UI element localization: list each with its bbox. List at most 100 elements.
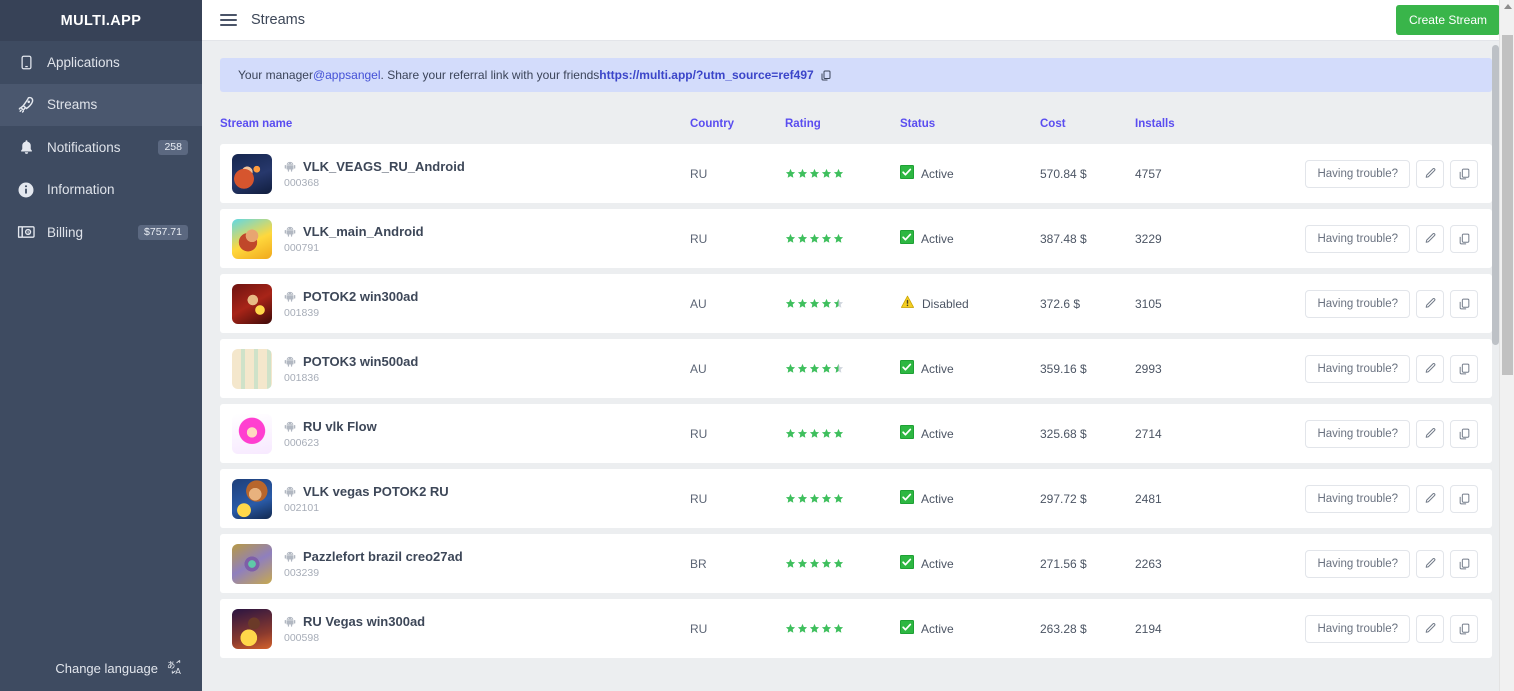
sidebar-item-streams[interactable]: Streams	[0, 83, 202, 126]
check-box-icon	[900, 620, 914, 637]
cost-label: 263.28 $	[1040, 621, 1087, 636]
edit-stream-button[interactable]	[1416, 419, 1444, 448]
stream-name-label[interactable]: VLK vegas POTOK2 RU	[303, 484, 449, 499]
status-label: Active	[921, 426, 954, 441]
cell-rating	[785, 534, 900, 593]
sidebar-item-notifications[interactable]: Notifications 258	[0, 126, 202, 169]
star-icon	[797, 558, 808, 568]
country-label: BR	[690, 556, 707, 571]
table-row[interactable]: POTOK2 win300ad 001839 AU Disabled 372.6 $ 31…	[220, 274, 1492, 333]
rating-stars	[785, 623, 900, 634]
column-header-status[interactable]: Status	[900, 118, 1040, 138]
stream-name-label[interactable]: RU vlk Flow	[303, 419, 377, 434]
cost-label: 325.68 $	[1040, 426, 1087, 441]
check-box-icon	[900, 490, 914, 507]
having-trouble-button[interactable]: Having trouble?	[1305, 549, 1410, 578]
star-icon	[785, 558, 796, 568]
cell-actions: Having trouble?	[1265, 274, 1492, 333]
copy-stream-button[interactable]	[1450, 224, 1478, 253]
bell-icon	[13, 136, 39, 158]
copy-stream-button[interactable]	[1450, 159, 1478, 188]
cost-label: 570.84 $	[1040, 166, 1087, 181]
stream-id-label: 000623	[284, 436, 320, 449]
scrollbar-thumb[interactable]	[1502, 35, 1513, 375]
status-label: Active	[921, 361, 954, 376]
cell-status: Active	[900, 534, 1040, 593]
copy-stream-button[interactable]	[1450, 614, 1478, 643]
content-scrollbar[interactable]	[1492, 41, 1499, 691]
stream-name-label[interactable]: POTOK2 win300ad	[303, 289, 418, 304]
having-trouble-button[interactable]: Having trouble?	[1305, 224, 1410, 253]
edit-stream-button[interactable]	[1416, 289, 1444, 318]
stream-name-label[interactable]: RU Vegas win300ad	[303, 614, 425, 629]
column-header-installs[interactable]: Installs	[1135, 118, 1265, 138]
edit-stream-button[interactable]	[1416, 224, 1444, 253]
edit-stream-button[interactable]	[1416, 159, 1444, 188]
column-header-cost[interactable]: Cost	[1040, 118, 1135, 138]
copy-stream-button[interactable]	[1450, 419, 1478, 448]
stream-name-label[interactable]: POTOK3 win500ad	[303, 354, 418, 369]
having-trouble-button[interactable]: Having trouble?	[1305, 354, 1410, 383]
star-icon	[821, 428, 832, 438]
hamburger-icon[interactable]	[220, 13, 237, 27]
having-trouble-button[interactable]: Having trouble?	[1305, 289, 1410, 318]
stream-id-label: 000598	[284, 631, 320, 644]
installs-label: 2481	[1135, 491, 1162, 506]
page-title: Streams	[251, 12, 305, 28]
sidebar-badge: $757.71	[138, 224, 188, 240]
manager-handle[interactable]: @appsangel	[313, 68, 381, 82]
create-stream-button[interactable]: Create Stream	[1395, 5, 1500, 35]
brand-logo[interactable]: MULTI.APP	[0, 0, 202, 41]
cell-country: BR	[690, 534, 785, 593]
sidebar-item-information[interactable]: Information	[0, 169, 202, 212]
copy-stream-button[interactable]	[1450, 484, 1478, 513]
table-row[interactable]: VLK vegas POTOK2 RU 002101 RU Active 297.72 …	[220, 469, 1492, 528]
table-row[interactable]: POTOK3 win500ad 001836 AU Active 359.16 $ 299…	[220, 339, 1492, 398]
having-trouble-button[interactable]: Having trouble?	[1305, 159, 1410, 188]
star-icon	[809, 168, 820, 178]
cell-actions: Having trouble?	[1265, 209, 1492, 268]
table-row[interactable]: Pazzlefort brazil creo27ad 003239 BR Active…	[220, 534, 1492, 593]
table-row[interactable]: VLK_main_Android 000791 RU Active 387.48 $ 32…	[220, 209, 1492, 268]
stream-name-label[interactable]: VLK_VEAGS_RU_Android	[303, 159, 465, 174]
sidebar-item-applications[interactable]: Applications	[0, 41, 202, 84]
star-icon	[797, 233, 808, 243]
cell-status: Active	[900, 339, 1040, 398]
page-scrollbar[interactable]	[1499, 0, 1514, 691]
android-icon	[284, 290, 296, 302]
stream-name-label[interactable]: Pazzlefort brazil creo27ad	[303, 549, 463, 564]
sidebar-nav: Applications Streams Notifications 258 Infor…	[0, 41, 202, 254]
copy-icon[interactable]	[820, 69, 832, 82]
copy-stream-button[interactable]	[1450, 289, 1478, 318]
star-icon	[821, 558, 832, 568]
change-language-button[interactable]: Change language あ A	[0, 645, 202, 691]
column-header-rating[interactable]: Rating	[785, 118, 900, 138]
sidebar-item-billing[interactable]: $ Billing $757.71	[0, 211, 202, 254]
edit-stream-button[interactable]	[1416, 484, 1444, 513]
cell-installs: 2714	[1135, 404, 1265, 463]
table-row[interactable]: RU Vegas win300ad 000598 RU Active 263.28 $ 2…	[220, 599, 1492, 658]
copy-stream-button[interactable]	[1450, 354, 1478, 383]
cost-label: 271.56 $	[1040, 556, 1087, 571]
installs-label: 2263	[1135, 556, 1162, 571]
cell-status: Active	[900, 144, 1040, 203]
cell-stream-name: Pazzlefort brazil creo27ad 003239	[220, 534, 690, 593]
table-row[interactable]: RU vlk Flow 000623 RU Active 325.68 $ 2714 Hav…	[220, 404, 1492, 463]
status-label: Active	[921, 491, 954, 506]
column-header-stream-name[interactable]: Stream name	[220, 118, 690, 138]
edit-stream-button[interactable]	[1416, 614, 1444, 643]
country-label: RU	[690, 426, 708, 441]
stream-name-label[interactable]: VLK_main_Android	[303, 224, 424, 239]
scroll-up-arrow[interactable]	[1504, 4, 1512, 9]
having-trouble-button[interactable]: Having trouble?	[1305, 419, 1410, 448]
copy-stream-button[interactable]	[1450, 549, 1478, 578]
cell-rating	[785, 209, 900, 268]
table-row[interactable]: VLK_VEAGS_RU_Android 000368 RU Active 570.84…	[220, 144, 1492, 203]
referral-link[interactable]: https://multi.app/?utm_source=ref497	[599, 68, 813, 82]
column-header-country[interactable]: Country	[690, 118, 785, 138]
having-trouble-button[interactable]: Having trouble?	[1305, 484, 1410, 513]
edit-stream-button[interactable]	[1416, 549, 1444, 578]
installs-label: 3105	[1135, 296, 1162, 311]
having-trouble-button[interactable]: Having trouble?	[1305, 614, 1410, 643]
edit-stream-button[interactable]	[1416, 354, 1444, 383]
